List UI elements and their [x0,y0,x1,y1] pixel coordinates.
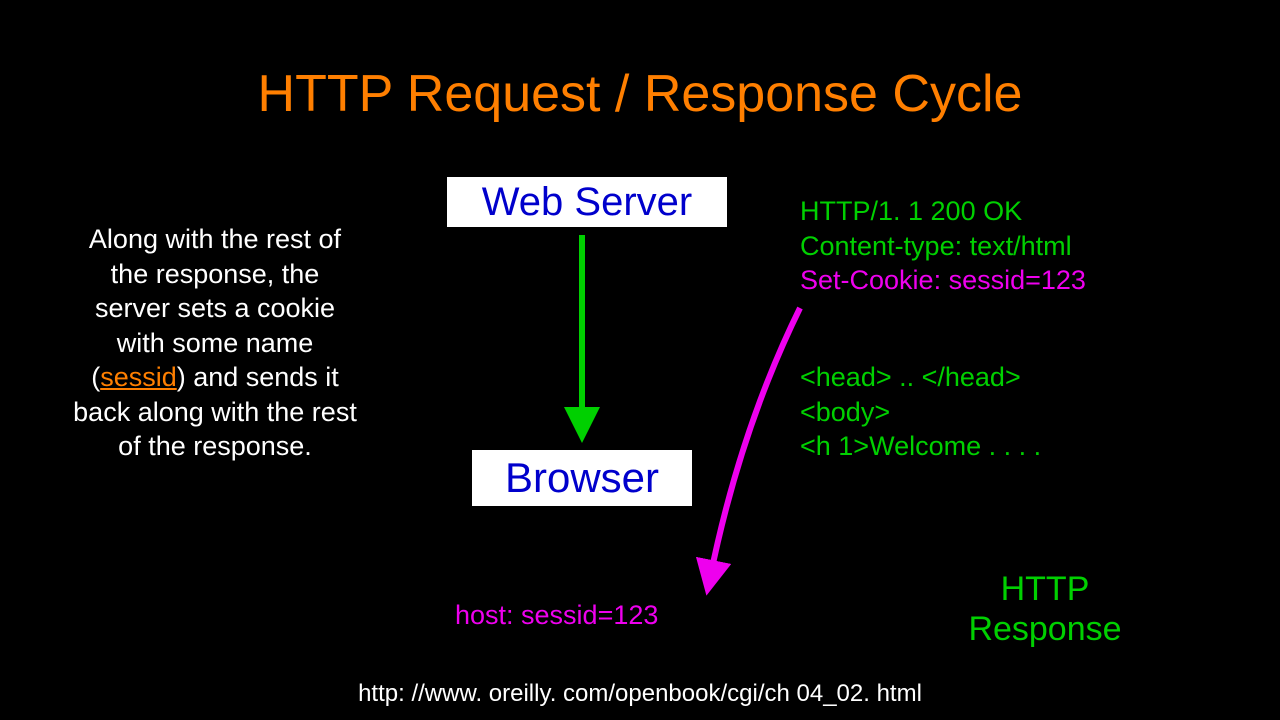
response-content-type: Content-type: text/html [800,229,1086,264]
cookie-arrow [710,308,800,578]
http-response-label: HTTP Response [920,569,1170,649]
browser-label: Browser [505,454,659,502]
description-sessid: sessid [100,362,177,392]
description-text: Along with the rest of the response, the… [70,222,360,464]
slide: HTTP Request / Response Cycle Along with… [0,0,1280,720]
web-server-box: Web Server [445,175,729,229]
browser-box: Browser [470,448,694,508]
http-response-headers: HTTP/1. 1 200 OK Content-type: text/html… [800,194,1086,298]
response-status-line: HTTP/1. 1 200 OK [800,194,1086,229]
web-server-label: Web Server [482,180,692,225]
response-body-head: <head> .. </head> [800,360,1041,395]
http-response-body: <head> .. </head> <body> <h 1>Welcome . … [800,360,1041,464]
response-set-cookie: Set-Cookie: sessid=123 [800,263,1086,298]
footer-url: http: //www. oreilly. com/openbook/cgi/c… [0,680,1280,708]
slide-title: HTTP Request / Response Cycle [0,64,1280,124]
response-body-h1: <h 1>Welcome . . . . [800,429,1041,464]
cookie-store-text: host: sessid=123 [455,600,658,631]
response-body-body: <body> [800,395,1041,430]
